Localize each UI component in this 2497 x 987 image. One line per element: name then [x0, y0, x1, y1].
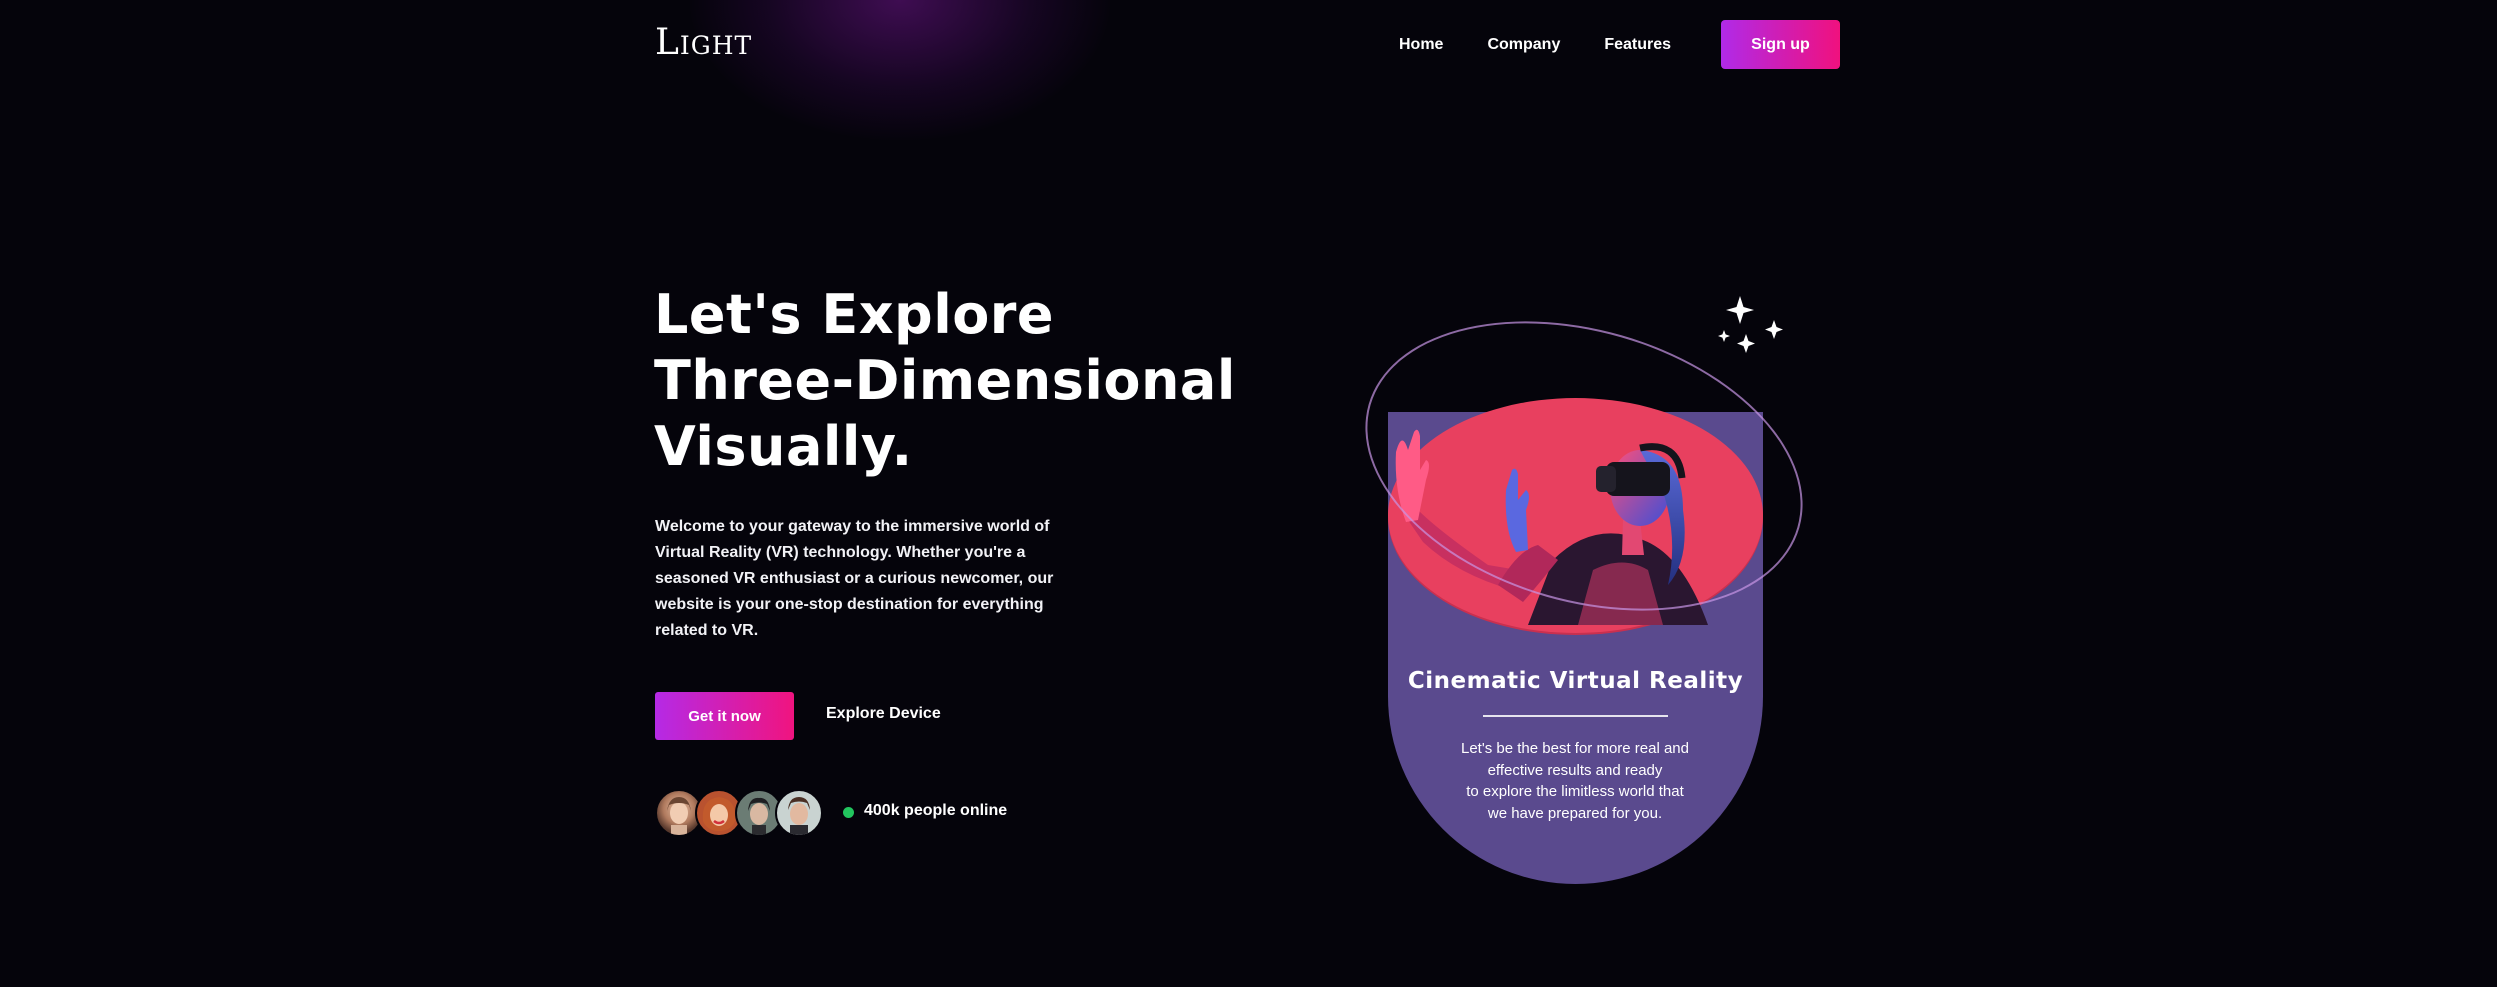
hero-title-line: Three-Dimensional: [654, 349, 1236, 412]
nav-link-company[interactable]: Company: [1487, 36, 1560, 54]
card-description-line: Let's be the best for more real and: [1461, 740, 1689, 757]
site-logo[interactable]: Light: [655, 22, 752, 63]
hero-title: Let's Explore Three-Dimensional Visually…: [654, 282, 1254, 480]
card-divider: [1483, 715, 1668, 717]
avatar-face-icon: [788, 797, 810, 835]
card-title: Cinematic Virtual Reality: [1407, 668, 1744, 694]
online-status-dot: [843, 807, 854, 818]
card-description-line: we have prepared for you.: [1487, 804, 1663, 822]
sparkles-icon: [1718, 296, 1783, 353]
signup-button[interactable]: Sign up: [1721, 20, 1840, 69]
card-description-line: effective results and ready: [1487, 761, 1663, 779]
background-glow: [690, 0, 1110, 140]
card-description: Let's be the best for more real and effe…: [1400, 738, 1750, 824]
get-it-now-button[interactable]: Get it now: [655, 692, 794, 740]
main-nav: Home Company Features: [1380, 20, 1715, 70]
card-description-line: to explore the limitless world that: [1466, 783, 1684, 800]
online-count-label: 400k people online: [864, 802, 1008, 819]
nav-link-features[interactable]: Features: [1604, 36, 1671, 54]
hero-title-line: Let's Explore: [654, 283, 1055, 346]
avatar: [775, 789, 823, 837]
explore-device-link[interactable]: Explore Device: [826, 705, 941, 723]
hero-title-line: Visually.: [654, 415, 913, 478]
nav-link-home[interactable]: Home: [1399, 36, 1443, 54]
hero-description: Welcome to your gateway to the immersive…: [655, 518, 1054, 639]
